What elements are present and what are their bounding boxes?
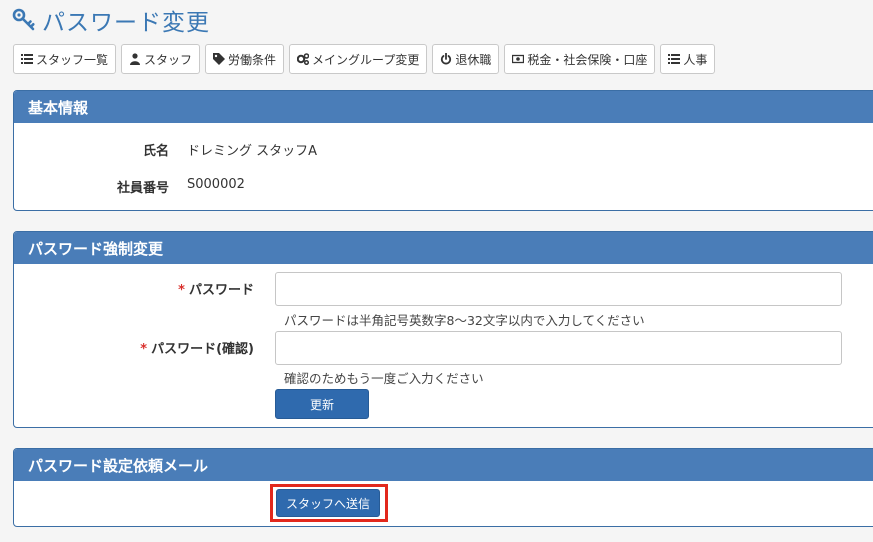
page-title-text: パスワード変更: [42, 10, 210, 36]
power-icon: [441, 53, 452, 65]
update-button[interactable]: 更新: [275, 389, 369, 419]
user-icon: [130, 53, 141, 65]
list-icon: [21, 54, 33, 64]
basic-info-heading: 基本情報: [14, 91, 873, 123]
list-icon: [668, 54, 681, 64]
confirm-password-label: * パスワード(確認): [14, 338, 254, 357]
tax-insurance-account-label: 税金・社会保険・口座: [527, 52, 648, 67]
personnel-button[interactable]: 人事: [660, 44, 716, 74]
password-label-text: パスワード: [188, 283, 254, 298]
password-label: * パスワード: [14, 279, 254, 298]
staff-list-label: スタッフ一覧: [36, 52, 109, 67]
tag-icon: [213, 53, 226, 65]
retirement-leave-label: 退休職: [455, 52, 492, 67]
staff-number-value: S000002: [187, 177, 245, 192]
highlight-box: [270, 484, 388, 522]
labor-conditions-button[interactable]: 労働条件: [205, 44, 285, 74]
confirm-password-label-text: パスワード(確認): [151, 342, 254, 357]
money-icon: [512, 54, 525, 64]
name-value: ドレミング スタッフA: [187, 144, 318, 159]
required-mark: *: [140, 342, 148, 357]
force-change-panel: パスワード強制変更 * パスワード パスワードは半角記号英数字8〜32文字以内で入…: [13, 231, 873, 428]
cogs-icon: [297, 53, 310, 65]
confirm-password-input[interactable]: [275, 331, 842, 365]
name-label: 氏名: [142, 144, 169, 159]
labor-conditions-label: 労働条件: [228, 52, 277, 67]
main-group-change-button[interactable]: メイングループ変更: [289, 44, 428, 74]
toolbar: スタッフ一覧 スタッフ 労働条件 メイングループ変更 退休職 税金・社会保険・口…: [13, 44, 720, 74]
password-input[interactable]: [275, 272, 842, 306]
staff-label: スタッフ: [144, 52, 193, 67]
main-group-change-label: メイングループ変更: [312, 52, 420, 67]
request-mail-panel: パスワード設定依頼メール スタッフへ送信: [13, 448, 873, 527]
staff-button[interactable]: スタッフ: [121, 44, 201, 74]
basic-info-panel: 基本情報 氏名 ドレミング スタッフA 社員番号 S000002: [13, 90, 873, 211]
personnel-label: 人事: [683, 52, 708, 67]
staff-list-button[interactable]: スタッフ一覧: [13, 44, 117, 74]
page-title: パスワード変更: [12, 4, 210, 36]
password-help: パスワードは半角記号英数字8〜32文字以内で入力してください: [284, 313, 645, 328]
request-mail-heading: パスワード設定依頼メール: [14, 449, 873, 481]
staff-number-label: 社員番号: [116, 181, 169, 196]
required-mark: *: [178, 283, 185, 298]
confirm-password-help: 確認のためもう一度ご入力ください: [284, 371, 484, 386]
tax-insurance-account-button[interactable]: 税金・社会保険・口座: [504, 44, 656, 74]
retirement-leave-button[interactable]: 退休職: [432, 44, 500, 74]
key-icon: [12, 8, 35, 31]
force-change-heading: パスワード強制変更: [14, 232, 873, 264]
